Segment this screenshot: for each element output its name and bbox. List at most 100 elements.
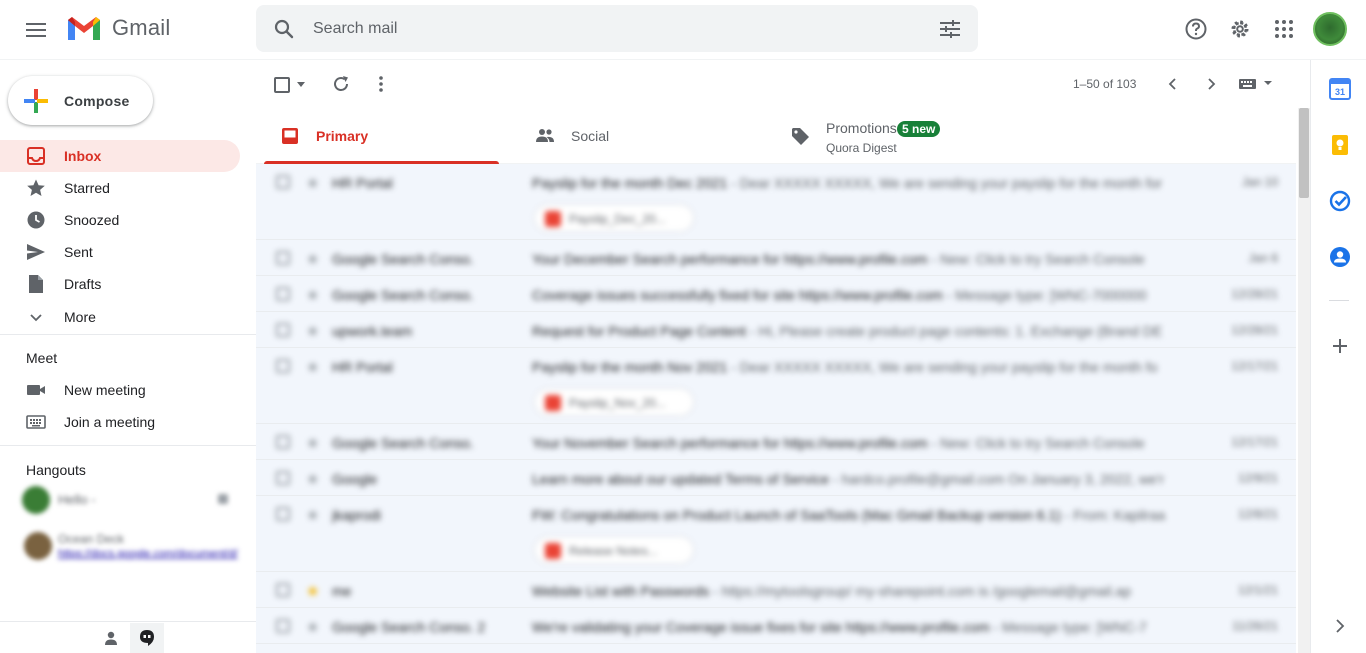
star-icon[interactable]: ★ bbox=[306, 174, 319, 192]
star-icon[interactable]: ★ bbox=[306, 582, 319, 600]
row-checkbox[interactable] bbox=[276, 359, 290, 373]
email-row[interactable]: ★ HR Portal Payslip for the month Nov 2021… bbox=[256, 348, 1296, 424]
gmail-m-icon bbox=[68, 17, 100, 40]
select-dropdown-icon[interactable] bbox=[297, 82, 305, 87]
tab-social[interactable]: Social bbox=[519, 108, 754, 164]
calendar-icon[interactable]: 31 bbox=[1329, 78, 1351, 100]
email-date: 12/9/21 bbox=[1237, 471, 1278, 485]
person-icon[interactable] bbox=[96, 623, 126, 653]
email-date: 12/8/21 bbox=[1237, 507, 1278, 521]
search-input[interactable] bbox=[313, 17, 873, 41]
email-subject: Website List with Passwords bbox=[532, 583, 710, 599]
email-row-content: ★ me Website List with Passwords - https:/… bbox=[256, 572, 1296, 607]
newer-chevron-left-icon[interactable] bbox=[1158, 70, 1186, 98]
email-subject-line: FW: Congratulations on Product Launch of… bbox=[532, 507, 1182, 523]
scrollbar[interactable] bbox=[1298, 108, 1310, 653]
row-checkbox[interactable] bbox=[276, 251, 290, 265]
account-avatar[interactable] bbox=[1313, 12, 1347, 46]
hangout-contact[interactable]: Hello - bbox=[22, 484, 244, 516]
email-row[interactable]: ★ me Website List with Passwords - https:/… bbox=[256, 572, 1296, 608]
main-menu-icon[interactable] bbox=[12, 6, 60, 54]
email-date: Jan 6 bbox=[1248, 251, 1278, 265]
sidebar-item-inbox[interactable]: Inbox bbox=[0, 140, 240, 172]
email-snippet: - Dear XXXXX XXXXX, We are sending your … bbox=[731, 175, 1163, 191]
pdf-icon bbox=[545, 395, 561, 411]
compose-label: Compose bbox=[64, 92, 130, 109]
tab-primary[interactable]: Primary bbox=[264, 108, 499, 164]
refresh-icon[interactable] bbox=[327, 70, 355, 98]
help-icon[interactable] bbox=[1176, 9, 1216, 49]
show-side-panel-chevron-icon[interactable] bbox=[1329, 615, 1351, 637]
row-checkbox[interactable] bbox=[276, 435, 290, 449]
star-icon[interactable]: ★ bbox=[306, 358, 319, 376]
keep-icon[interactable] bbox=[1329, 134, 1351, 156]
email-subject: We're validating your Coverage issue fix… bbox=[532, 619, 990, 635]
older-chevron-right-icon[interactable] bbox=[1198, 70, 1226, 98]
select-all-checkbox[interactable] bbox=[274, 77, 290, 93]
attachment-chip[interactable]: Payslip_Dec_20... bbox=[534, 204, 694, 232]
sidebar-item-more[interactable]: More bbox=[0, 301, 240, 333]
more-vertical-icon[interactable] bbox=[367, 70, 395, 98]
row-checkbox[interactable] bbox=[276, 583, 290, 597]
star-icon[interactable]: ★ bbox=[306, 434, 319, 452]
tasks-icon[interactable] bbox=[1329, 190, 1351, 212]
hangout-contact[interactable]: Ocean Deck https://docs.google.com/docum… bbox=[22, 530, 244, 562]
email-row[interactable]: ★ Google Learn more about our updated Term… bbox=[256, 460, 1296, 496]
star-icon[interactable]: ★ bbox=[306, 322, 319, 340]
email-row[interactable]: ★ upwork.team Request for Product Page Con… bbox=[256, 312, 1296, 348]
hangout-contact-name: Hello - bbox=[58, 492, 96, 507]
email-sender: Google Search Conso. bbox=[332, 251, 474, 267]
row-checkbox[interactable] bbox=[276, 619, 290, 633]
email-date: 11/26/21 bbox=[1232, 619, 1278, 633]
star-icon[interactable]: ★ bbox=[306, 250, 319, 268]
email-row[interactable]: ★ HR Portal Payslip for the month Dec 2021… bbox=[256, 164, 1296, 240]
contacts-icon[interactable] bbox=[1329, 246, 1351, 268]
compose-button[interactable]: Compose bbox=[8, 76, 153, 125]
row-checkbox[interactable] bbox=[276, 507, 290, 521]
sidebar-item-drafts[interactable]: Drafts bbox=[0, 268, 240, 300]
attachment-chip[interactable]: Release Notes... bbox=[534, 536, 694, 564]
email-sender: upwork.team bbox=[332, 323, 413, 339]
star-icon[interactable]: ★ bbox=[306, 470, 319, 488]
settings-gear-icon[interactable] bbox=[1220, 9, 1260, 49]
meet-new-meeting[interactable]: New meeting bbox=[0, 374, 240, 406]
compose-plus-icon bbox=[24, 88, 48, 113]
star-icon[interactable]: ★ bbox=[306, 286, 319, 304]
hangout-contact-status-icon bbox=[218, 494, 228, 504]
star-icon[interactable]: ★ bbox=[306, 506, 319, 524]
email-row[interactable]: ★ Google Search Conso. Your November Searc… bbox=[256, 424, 1296, 460]
meet-join-meeting[interactable]: Join a meeting bbox=[0, 406, 240, 438]
sidebar-item-snoozed[interactable]: Snoozed bbox=[0, 204, 240, 236]
email-row[interactable]: ★ Google Search Conso. Your December Searc… bbox=[256, 240, 1296, 276]
email-subject: Learn more about our updated Terms of Se… bbox=[532, 471, 830, 487]
email-subject: Payslip for the month Nov 2021 bbox=[532, 359, 728, 375]
row-checkbox[interactable] bbox=[276, 175, 290, 189]
email-subject-line: We're validating your Coverage issue fix… bbox=[532, 619, 1182, 635]
gmail-logo[interactable]: Gmail bbox=[66, 14, 170, 42]
hangout-contact-name: Ocean Deck bbox=[58, 532, 125, 546]
row-checkbox[interactable] bbox=[276, 323, 290, 337]
scrollbar-thumb[interactable] bbox=[1299, 108, 1309, 198]
search-options-icon[interactable] bbox=[930, 9, 970, 49]
email-row[interactable]: ★ Google Search Conso. 2 We're validating … bbox=[256, 608, 1296, 644]
row-checkbox[interactable] bbox=[276, 287, 290, 301]
input-tools-keyboard-icon[interactable] bbox=[1239, 78, 1273, 90]
email-row[interactable]: ★ Google Search Conso. Coverage issues suc… bbox=[256, 276, 1296, 312]
svg-text:31: 31 bbox=[1335, 87, 1345, 97]
email-row-content: ★ Google Search Conso. Your November Searc… bbox=[256, 424, 1296, 459]
tab-promotions[interactable]: Promotions Quora Digest bbox=[774, 108, 1009, 164]
attachment-chip[interactable]: Payslip_Nov_20... bbox=[534, 388, 694, 416]
star-icon[interactable]: ★ bbox=[306, 618, 319, 636]
search-icon[interactable] bbox=[264, 9, 304, 49]
divider bbox=[0, 334, 256, 335]
get-addons-plus-icon[interactable] bbox=[1329, 335, 1351, 357]
gmail-wordmark: Gmail bbox=[112, 15, 171, 40]
sidebar-item-sent[interactable]: Sent bbox=[0, 236, 240, 268]
pagination-label[interactable]: 1–50 of 103 bbox=[1073, 77, 1136, 91]
row-checkbox[interactable] bbox=[276, 471, 290, 485]
email-row[interactable]: ★ jkaprodi FW: Congratulations on Product … bbox=[256, 496, 1296, 572]
sidebar-item-starred[interactable]: Starred bbox=[0, 172, 240, 204]
hangouts-chat-icon[interactable] bbox=[130, 623, 164, 653]
inbox-icon bbox=[282, 128, 298, 144]
google-apps-icon[interactable] bbox=[1264, 9, 1304, 49]
